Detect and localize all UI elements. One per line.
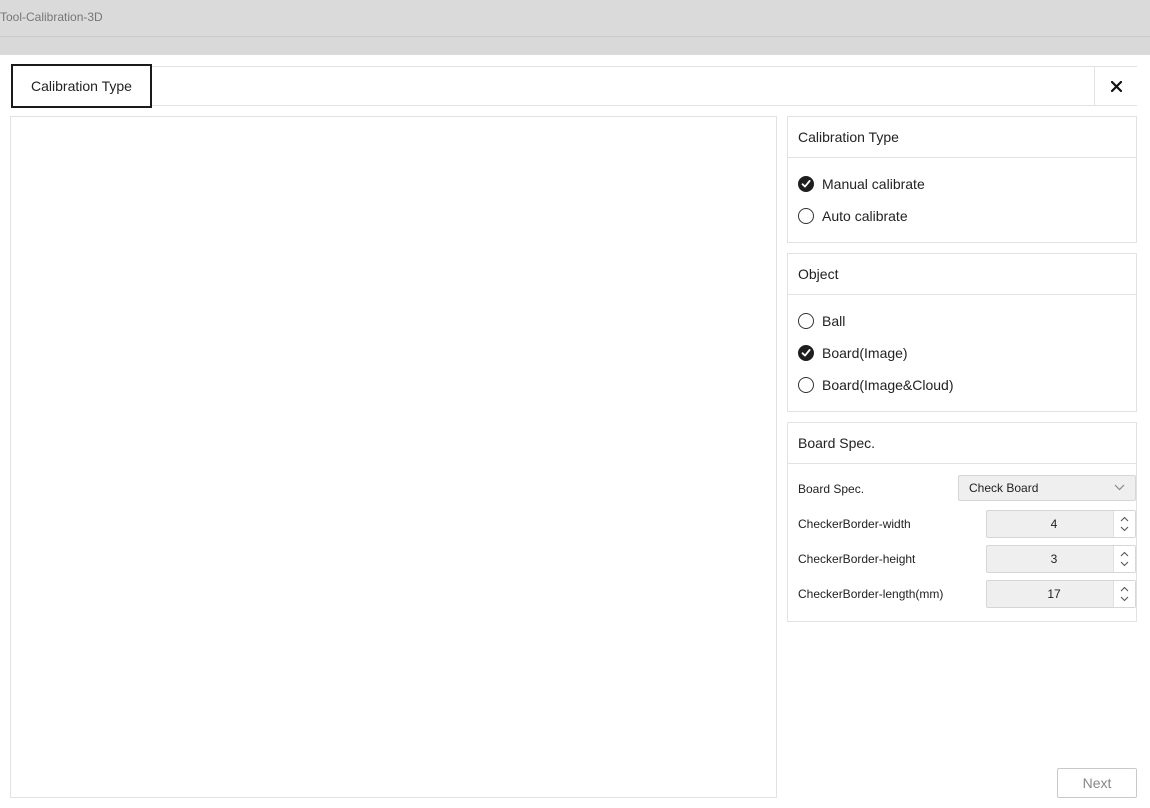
spin-arrows: [1113, 511, 1135, 537]
chevron-up-icon[interactable]: [1120, 586, 1129, 592]
close-icon: [1110, 80, 1122, 92]
radio-auto-calibrate[interactable]: Auto calibrate: [798, 200, 1126, 232]
checker-width-value: 4: [1050, 517, 1058, 531]
window-titlebar: Tool-Calibration-3D: [0, 0, 1150, 37]
checker-width-row: CheckerBorder-width 4: [798, 506, 1136, 541]
radio-unchecked-icon: [798, 208, 814, 224]
next-button[interactable]: Next: [1057, 768, 1137, 798]
radio-manual-calibrate[interactable]: Manual calibrate: [798, 168, 1126, 200]
chevron-down-icon[interactable]: [1120, 561, 1129, 567]
checker-height-value: 3: [1050, 552, 1058, 566]
checker-length-row: CheckerBorder-length(mm) 17: [798, 576, 1136, 611]
radio-board-image[interactable]: Board(Image): [798, 337, 1126, 369]
checker-height-spinbox[interactable]: 3: [986, 545, 1136, 573]
board-spec-panel: Board Spec. Board Spec. Check Board Chec…: [787, 422, 1137, 622]
object-panel: Object Ball Board(Image) Board(Image&Clo…: [787, 253, 1137, 412]
radio-ball[interactable]: Ball: [798, 305, 1126, 337]
chevron-up-icon[interactable]: [1120, 551, 1129, 557]
board-spec-select[interactable]: Check Board: [958, 475, 1136, 501]
spin-arrows: [1113, 581, 1135, 607]
calibration-type-header: Calibration Type: [788, 117, 1136, 158]
window-title: Tool-Calibration-3D: [0, 10, 103, 24]
chevron-down-icon[interactable]: [1120, 596, 1129, 602]
checker-width-spinbox[interactable]: 4: [986, 510, 1136, 538]
tab-bar: [11, 66, 1137, 106]
chevron-down-icon[interactable]: [1120, 526, 1129, 532]
radio-unchecked-icon: [798, 313, 814, 329]
radio-unchecked-icon: [798, 377, 814, 393]
tab-calibration-type[interactable]: Calibration Type: [11, 64, 152, 108]
check-icon: [801, 349, 811, 357]
board-spec-row: Board Spec. Check Board: [798, 471, 1136, 506]
calibration-type-panel: Calibration Type Manual calibrate Auto c…: [787, 116, 1137, 243]
board-spec-header: Board Spec.: [788, 423, 1136, 464]
radio-label: Board(Image&Cloud): [822, 377, 954, 393]
radio-label: Auto calibrate: [822, 208, 908, 224]
radio-label: Board(Image): [822, 345, 908, 361]
calibration-viewer: [10, 116, 777, 798]
chevron-up-icon[interactable]: [1120, 516, 1129, 522]
object-header: Object: [788, 254, 1136, 295]
radio-checked-icon: [798, 176, 814, 192]
checker-height-row: CheckerBorder-height 3: [798, 541, 1136, 576]
board-spec-value: Check Board: [969, 481, 1039, 495]
toolbar-strip: [0, 37, 1150, 55]
check-icon: [801, 180, 811, 188]
radio-label: Ball: [822, 313, 846, 329]
radio-board-image-cloud[interactable]: Board(Image&Cloud): [798, 369, 1126, 401]
spin-arrows: [1113, 546, 1135, 572]
close-button[interactable]: [1094, 67, 1137, 105]
radio-label: Manual calibrate: [822, 176, 925, 192]
chevron-down-icon: [1114, 484, 1125, 491]
radio-checked-icon: [798, 345, 814, 361]
checker-length-spinbox[interactable]: 17: [986, 580, 1136, 608]
checker-length-value: 17: [1047, 587, 1061, 601]
